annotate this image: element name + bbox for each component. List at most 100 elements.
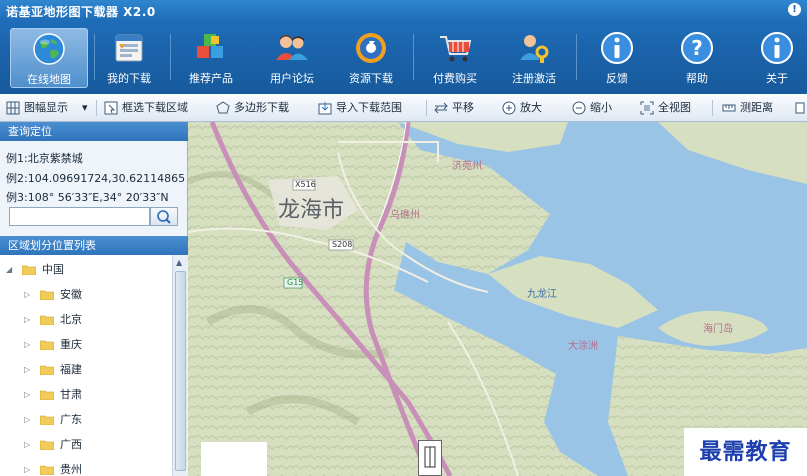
terrain-map	[188, 122, 807, 476]
ribbon-divider	[413, 34, 414, 80]
tree-node-china[interactable]: ◢ 中国	[6, 261, 166, 279]
cubes-icon	[197, 34, 223, 58]
ribbon-label: 反馈	[606, 72, 628, 85]
ruler-icon	[722, 104, 736, 112]
expand-triangle-icon[interactable]: ▷	[24, 336, 30, 354]
ribbon-feedback-button[interactable]: 反馈	[578, 28, 656, 88]
ribbon-label: 用户论坛	[270, 72, 314, 85]
zoom-out-icon	[572, 101, 586, 115]
expand-triangle-icon[interactable]: ▷	[24, 361, 30, 379]
folder-icon	[40, 440, 54, 450]
tree-node-label: 广西	[60, 438, 82, 451]
road-shield-label: S208	[332, 240, 353, 249]
tree-node-label: 安徽	[60, 288, 82, 301]
ribbon-label: 在线地图	[27, 73, 71, 86]
ribbon-help-button[interactable]: ? 帮助	[658, 28, 736, 88]
toolbar-divider	[426, 100, 427, 116]
collapse-triangle-icon[interactable]: ◢	[6, 261, 12, 279]
zoom-in-icon	[502, 101, 516, 115]
expand-triangle-icon[interactable]: ▷	[24, 436, 30, 454]
toolbar-divider	[96, 100, 97, 116]
ribbon-my-downloads-button[interactable]: 我的下载	[90, 28, 168, 88]
tree-node-label: 甘肃	[60, 388, 82, 401]
region-tree-scrollbar[interactable]: ▲	[172, 255, 188, 476]
ribbon-label: 注册激活	[512, 72, 556, 85]
scrollbar-thumb[interactable]	[175, 271, 186, 471]
download-list-icon	[115, 34, 143, 62]
tree-node-label: 福建	[60, 363, 82, 376]
ribbon-divider	[576, 34, 577, 80]
tree-node-label: 北京	[60, 313, 82, 326]
ribbon-label: 推荐产品	[189, 72, 233, 85]
app-title: 诺基亚地形图下载器 X2.0	[6, 5, 156, 19]
ribbon-register-button[interactable]: 注册激活	[495, 28, 573, 88]
scroll-up-icon[interactable]: ▲	[176, 258, 182, 267]
users-icon	[276, 35, 308, 60]
watermark-text: 最需教育	[684, 428, 807, 476]
map-label-place: 济蔸州	[452, 161, 482, 172]
ribbon-online-map-button[interactable]: 在线地图	[10, 28, 88, 88]
user-key-icon	[520, 35, 549, 63]
ribbon-label: 付费购买	[433, 72, 477, 85]
expand-triangle-icon[interactable]: ▷	[24, 411, 30, 429]
tree-node-province[interactable]: ▷ 安徽	[24, 286, 164, 304]
tree-node-label: 中国	[42, 263, 64, 276]
folder-icon	[40, 365, 54, 375]
query-example-1: 例1:北京紫禁城	[6, 152, 83, 165]
region-tree: ◢ 中国 ▷ 安徽 ▷ 北京 ▷ 重庆 ▷ 福建 ▷ 甘肃 ▷ 广东 ▷ 广西 …	[0, 255, 172, 476]
search-button[interactable]	[150, 207, 178, 226]
ribbon-recommended-button[interactable]: 推荐产品	[172, 28, 250, 88]
blank-map-tile	[201, 442, 267, 476]
expand-triangle-icon[interactable]: ▷	[24, 461, 30, 476]
ribbon-label: 关于	[766, 72, 788, 85]
toolbar-divider	[712, 100, 713, 116]
road-shield-label: X516	[295, 180, 316, 189]
help-icon: ?	[681, 32, 713, 64]
location-search-input[interactable]	[9, 207, 150, 226]
road-shield-label: G15	[287, 278, 304, 287]
tree-node-province[interactable]: ▷ 贵州	[24, 461, 164, 476]
folder-icon	[40, 290, 54, 300]
map-label-city: 龙海市	[278, 198, 345, 223]
box-select-icon	[104, 101, 118, 115]
globe-icon	[33, 33, 65, 65]
svg-text:?: ?	[691, 36, 703, 60]
folder-icon	[40, 415, 54, 425]
polygon-icon	[216, 101, 230, 114]
cart-icon	[440, 36, 472, 62]
corner-help-icon[interactable]: !	[788, 3, 801, 16]
grid-icon	[6, 101, 20, 115]
tree-node-province[interactable]: ▷ 广西	[24, 436, 164, 454]
search-icon	[157, 210, 171, 224]
tree-node-province[interactable]: ▷ 广东	[24, 411, 164, 429]
tree-node-label: 广东	[60, 413, 82, 426]
ribbon-bar: 诺基亚地形图下载器 X2.0 ! 在线地图 我的下载 推荐产品 用户论坛 资源下…	[0, 0, 807, 94]
ribbon-resource-download-button[interactable]: 资源下载	[332, 28, 410, 88]
full-view-icon	[640, 101, 654, 115]
folder-icon	[40, 465, 54, 475]
tree-node-province[interactable]: ▷ 重庆	[24, 336, 164, 354]
expand-triangle-icon[interactable]: ▷	[24, 311, 30, 329]
resource-disc-icon	[356, 33, 386, 63]
ribbon-purchase-button[interactable]: 付费购买	[416, 28, 494, 88]
query-panel-header: 查询定位	[0, 122, 188, 141]
ribbon-forum-button[interactable]: 用户论坛	[253, 28, 331, 88]
tree-node-province[interactable]: ▷ 甘肃	[24, 386, 164, 404]
ribbon-about-button[interactable]: 关于	[738, 28, 807, 88]
ribbon-label: 资源下载	[349, 72, 393, 85]
expand-triangle-icon[interactable]: ▷	[24, 386, 30, 404]
tree-node-label: 贵州	[60, 463, 82, 476]
map-marker	[418, 440, 442, 476]
expand-triangle-icon[interactable]: ▷	[24, 286, 30, 304]
query-example-3: 例3:108° 56′33″E,34° 20′33″N	[6, 191, 169, 204]
folder-icon	[40, 315, 54, 325]
map-view[interactable]: 龙海市 济蔸州 乌礁州 九龙江 大涂洲 海门岛 X516 S208 G15	[188, 122, 807, 476]
frame-display-dropdown[interactable]: 图幅显示 ▾	[6, 94, 92, 122]
info-icon	[601, 32, 633, 64]
ribbon-label: 我的下载	[107, 72, 151, 85]
tree-node-province[interactable]: ▷ 福建	[24, 361, 164, 379]
import-icon	[318, 102, 332, 115]
tree-node-province[interactable]: ▷ 北京	[24, 311, 164, 329]
folder-icon	[40, 340, 54, 350]
map-label-river: 九龙江	[527, 289, 557, 300]
